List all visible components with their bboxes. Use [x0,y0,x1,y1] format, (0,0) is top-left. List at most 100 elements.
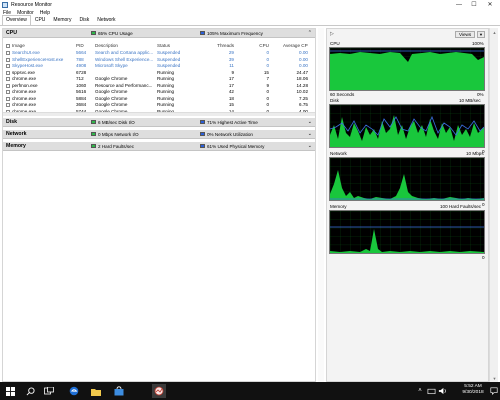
cell-image: SkypeHost.exe [12,63,43,68]
column-header-image[interactable]: Image [12,43,72,48]
row-checkbox[interactable] [6,77,10,81]
scroll-up-icon[interactable]: ▲ [490,28,499,36]
tab-cpu[interactable]: CPU [31,15,50,25]
row-checkbox[interactable] [6,83,10,88]
tab-bar: Overview CPU Memory Disk Network [0,15,500,26]
column-header-status[interactable]: Status [157,43,197,48]
network-graph-title: Network [330,151,347,156]
column-header-pid[interactable]: PID [76,43,94,48]
blue-swatch-icon [200,120,205,124]
disk-active-metric: 71% Highest Active Time [200,120,258,125]
cpu-usage-metric: 65% CPU Usage [91,31,133,36]
table-row[interactable]: chrome.exe 3684 Google Chrome Running 15 0 6.7… [3,102,315,108]
disk-graph-max: 10 MB/sec [459,98,481,103]
green-swatch-icon [91,132,96,136]
select-all-checkbox[interactable] [6,44,10,48]
edge-icon[interactable] [68,385,80,397]
file-explorer-icon[interactable] [90,385,102,397]
table-row[interactable]: chrome.exe 712 Google Chrome Running 17 7 18.0… [3,76,315,82]
volume-icon[interactable] [437,385,447,397]
network-section-header[interactable]: Network 0 Mbps Network I/O 0% Network Ut… [3,130,315,139]
row-checkbox[interactable] [6,51,10,55]
disk-section-header[interactable]: Disk 6 MB/sec Disk I/O 71% Highest Activ… [3,118,315,127]
network-tray-icon[interactable] [426,385,436,397]
maximize-button[interactable]: ☐ [467,0,481,9]
memory-section-header[interactable]: Memory 2 Hard Faults/sec 61% Used Physic… [3,142,315,151]
close-button[interactable]: ✕ [483,0,497,9]
row-checkbox[interactable] [6,96,10,101]
table-row[interactable]: SkypeHost.exe 4908 Microsoft Skype Suspende… [3,63,315,69]
tab-overview[interactable]: Overview [2,15,31,25]
cell-image: chrome.exe [12,102,37,107]
cell-description: Search and Cortana applic... [95,50,154,55]
network-graph-min: 0 [482,202,485,207]
chevron-right-icon[interactable]: ▷ [330,31,334,37]
tab-disk[interactable]: Disk [75,15,93,25]
views-dropdown-arrow[interactable]: ▼ [477,31,485,38]
cell-cpu: 15 [263,69,269,75]
cpu-graph-min: 0% [477,92,484,97]
views-button[interactable]: Views [455,31,475,38]
horizontal-scrollbar[interactable] [3,112,315,116]
network-io-text: 0 Mbps Network I/O [98,131,139,137]
cell-status: Running [157,76,175,81]
windows-start-icon[interactable] [4,385,16,397]
cell-pid: 788 [76,56,84,62]
cell-threads: 11 [229,63,234,68]
table-row[interactable]: chrome.exe 5884 Google Chrome Running 18 0 7.2… [3,96,315,102]
network-graph-svg [330,158,484,200]
cpu-graph-time: 60 Seconds [330,92,355,97]
table-row[interactable]: ShellExperienceHost.exe 788 Windows Shell … [3,57,315,63]
cpu-frequency-metric: 105% Maximum Frequency [200,31,263,36]
column-header-description[interactable]: Description [95,43,155,48]
blue-swatch-icon [200,144,205,148]
tab-network[interactable]: Network [93,15,119,25]
table-row[interactable]: sppsvc.exe 6728 Running 9 15 24.47 [3,70,315,76]
table-row[interactable]: chrome.exe 5616 Google Chrome Running 42 0 10.… [3,89,315,95]
store-icon[interactable] [113,385,125,397]
minimize-button[interactable]: — [452,0,466,9]
cell-threads: 18 [228,95,234,101]
table-row[interactable]: perfmon.exe 1060 Resource and Performanc..… [3,83,315,89]
tab-memory[interactable]: Memory [49,15,75,25]
cell-cpu: 7 [266,76,269,81]
row-checkbox[interactable] [6,57,10,62]
row-checkbox[interactable] [6,103,10,107]
cell-status: Running [157,69,175,75]
chevron-down-icon[interactable]: ⌄ [308,143,312,149]
task-view-icon[interactable] [43,385,55,397]
chevron-down-icon[interactable]: ⌄ [308,131,312,137]
row-checkbox[interactable] [6,90,10,94]
taskbar-date: 9/30/2018 [462,390,484,395]
action-center-icon[interactable] [489,385,499,397]
cell-average-cpu: 18.06 [296,76,309,81]
memory-graph-title: Memory [330,204,347,209]
taskbar-clock[interactable]: 5:52 AM 9/30/2018 [458,384,488,396]
cell-cpu: 0 [266,95,269,101]
chevron-up-icon[interactable]: ˄ [416,385,424,397]
cell-cpu: 0 [266,63,269,68]
chevron-down-icon[interactable]: ⌄ [308,119,312,125]
cell-description: Resource and Performanc... [95,82,153,88]
resource-monitor-taskbar-icon[interactable] [152,384,166,398]
vertical-scrollbar[interactable]: ▲ ▼ [489,28,498,382]
cell-status: Running [157,102,175,107]
row-checkbox[interactable] [6,64,10,68]
column-header-threads[interactable]: Threads [214,43,234,48]
search-icon[interactable] [24,385,36,397]
scroll-down-icon[interactable]: ▼ [490,374,499,382]
table-row[interactable]: SearchUI.exe 5664 Search and Cortana appli… [3,50,315,56]
column-header-cpu[interactable]: CPU [244,43,269,48]
pane-splitter[interactable] [318,28,324,382]
row-checkbox[interactable] [6,70,10,75]
network-section-title: Network [6,131,27,137]
cell-status: Suspended [157,56,181,62]
network-graph [329,157,485,201]
blue-swatch-icon [200,31,205,35]
cell-image: chrome.exe [12,95,37,101]
chevron-up-icon[interactable]: ⌃ [308,30,312,36]
graphs-right-pane: ▷ Views ▼ CPU 100% 60 Seconds 0% Disk 10… [326,28,489,382]
column-header-average-cpu[interactable]: Average CPU [283,43,308,48]
cpu-section-header[interactable]: CPU 65% CPU Usage 105% Maximum Frequency… [3,29,315,38]
memory-faults-text: 2 Hard Faults/sec [98,143,134,149]
